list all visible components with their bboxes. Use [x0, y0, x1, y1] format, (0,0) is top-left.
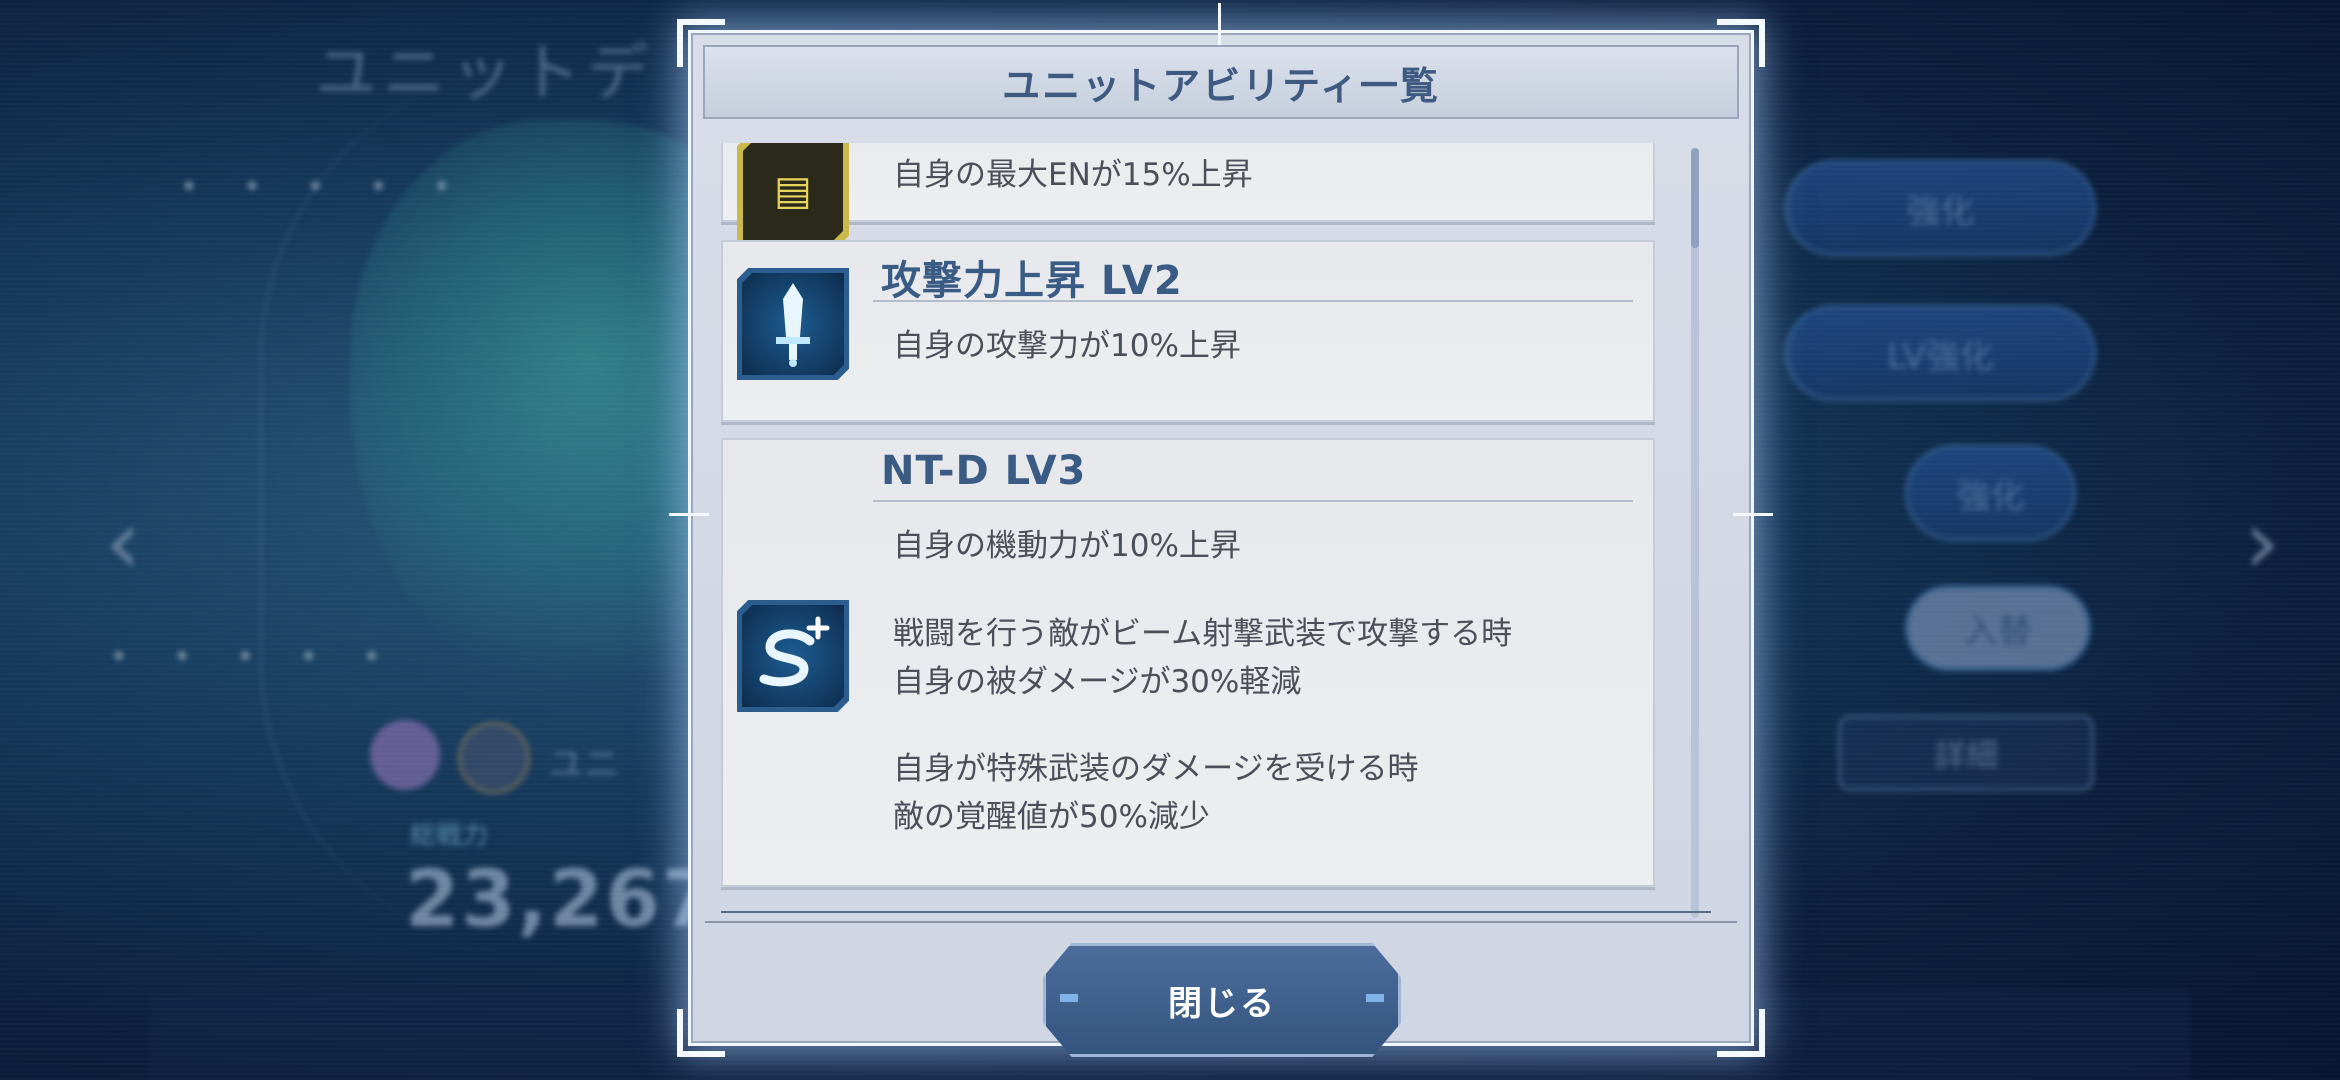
enhance-button: 強化	[1785, 160, 2096, 256]
close-button-label: 閉じる	[1168, 983, 1276, 1024]
dialog-title: ユニットアビリティ一覧	[1002, 63, 1440, 108]
sword-icon	[737, 268, 849, 380]
part-enhance-button: 強化	[1905, 445, 2076, 541]
attribute-icon	[458, 722, 530, 794]
ability-description: 自身の機動力が10%上昇	[893, 528, 1241, 564]
frame-corner	[1717, 1009, 1765, 1057]
s-plus-icon	[737, 600, 849, 712]
background-title: ユニットデ	[315, 36, 656, 109]
en-battery-icon: ▤	[737, 143, 849, 247]
scrollbar-thumb[interactable]	[1691, 148, 1699, 248]
ability-name: NT-D LV3	[881, 448, 1087, 494]
unit-label: ユニ	[548, 744, 621, 785]
frame-mark	[669, 513, 709, 516]
decorative-dots: • • • • •	[110, 640, 399, 675]
attribute-icon	[370, 720, 440, 790]
ability-description: 自身の最大ENが15%上昇	[893, 157, 1253, 193]
scrollbar[interactable]	[1691, 148, 1699, 918]
dialog-header: ユニットアビリティ一覧	[703, 45, 1739, 119]
divider	[705, 921, 1737, 923]
prev-arrow-icon: ‹	[105, 490, 141, 595]
divider	[873, 300, 1633, 302]
ability-description: 戦闘を行う敵がビーム射撃武装で攻撃する時 自身の被ダメージが30%軽減	[893, 616, 1513, 700]
ability-list-dialog: ユニットアビリティ一覧 ▤ 自身の最大ENが15%上昇 攻撃力上昇 LV2 自身…	[669, 3, 1773, 1057]
divider	[873, 500, 1633, 502]
lv-enhance-button: LV強化	[1785, 305, 2096, 401]
swap-button: 入替	[1905, 585, 2091, 671]
frame-mark	[1733, 513, 1773, 516]
next-arrow-icon: ›	[2244, 490, 2280, 595]
ability-list[interactable]: ▤ 自身の最大ENが15%上昇 攻撃力上昇 LV2 自身の攻撃力が10%上昇 N…	[721, 143, 1701, 933]
ability-description: 自身が特殊武装のダメージを受ける時 敵の覚醒値が50%減少	[893, 751, 1419, 835]
button-decoration	[1060, 994, 1078, 1002]
ability-name: 攻撃力上昇 LV2	[881, 258, 1183, 304]
close-button[interactable]: 閉じる	[1043, 943, 1401, 1057]
power-label: 総戦力	[410, 821, 489, 851]
button-decoration	[1366, 994, 1384, 1002]
ability-card: ▤ 自身の最大ENが15%上昇	[721, 143, 1655, 247]
power-value: 23,267	[405, 855, 718, 945]
detail-button: 詳細	[1838, 715, 2094, 791]
ability-card: NT-D LV3 自身の機動力が10%上昇 戦闘を行う敵がビーム射撃武装で攻撃す…	[721, 438, 1655, 887]
divider	[721, 911, 1711, 913]
frame-corner	[677, 1009, 725, 1057]
ability-description: 自身の攻撃力が10%上昇	[893, 328, 1241, 364]
decorative-dots: • • • • •	[180, 170, 469, 205]
ability-card: 攻撃力上昇 LV2 自身の攻撃力が10%上昇	[721, 240, 1655, 422]
